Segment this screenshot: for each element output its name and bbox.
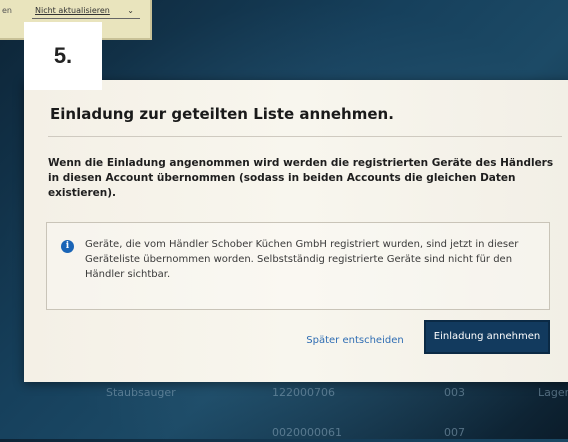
step-number-label: 5. — [24, 22, 102, 90]
toolbar-edge-text: en — [2, 6, 12, 15]
dialog-body-text: Wenn die Einladung angenommen wird werde… — [48, 157, 554, 199]
table-cell: 122000706 — [272, 386, 335, 399]
invitation-dialog: Einladung zur geteilten Liste annehmen. … — [24, 80, 568, 382]
info-icon: i — [61, 240, 74, 253]
table-cell: 0020000061 — [272, 426, 342, 439]
dialog-title: Einladung zur geteilten Liste annehmen. — [50, 105, 394, 123]
divider — [48, 136, 562, 137]
table-cell: Staubsauger — [106, 386, 176, 399]
update-dropdown[interactable]: Nicht aktualisieren ⌄ — [32, 4, 140, 19]
table-cell: 003 — [444, 386, 465, 399]
table-row: Staubsauger 122000706 003 Lager — [0, 386, 568, 402]
table-cell: Lager — [538, 386, 568, 399]
chevron-down-icon: ⌄ — [127, 6, 134, 15]
table-cell: 007 — [444, 426, 465, 439]
update-dropdown-label: Nicht aktualisieren — [35, 6, 110, 15]
info-box: i Geräte, die vom Händler Schober Küchen… — [46, 222, 550, 310]
info-text: Geräte, die vom Händler Schober Küchen G… — [85, 239, 519, 280]
decide-later-button[interactable]: Später entscheiden — [300, 330, 410, 352]
table-row: 0020000061 007 — [0, 426, 568, 442]
accept-invitation-button[interactable]: Einladung annehmen — [424, 320, 550, 354]
